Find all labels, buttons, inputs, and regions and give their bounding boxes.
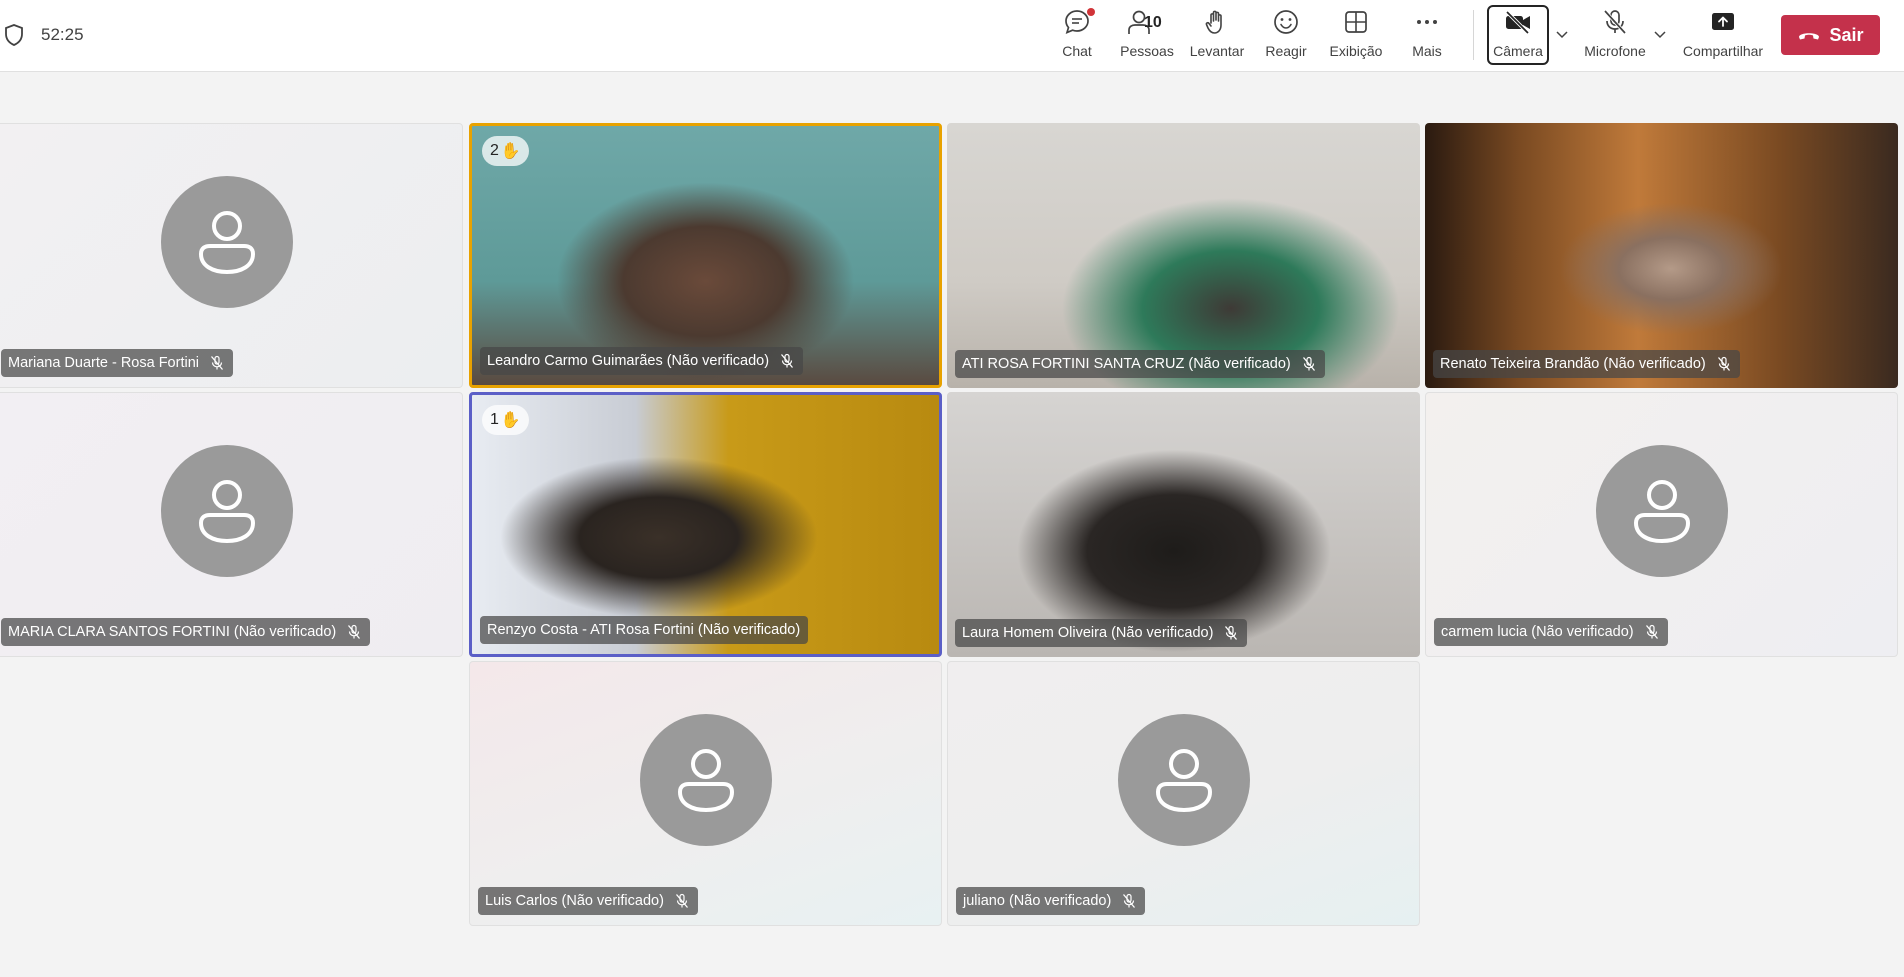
- participant-name: carmem lucia (Não verificado): [1441, 624, 1634, 640]
- person-icon: [677, 748, 734, 812]
- participant-video-tile[interactable]: 1 ✋ Renzyo Costa - ATI Rosa Fortini (Não…: [469, 392, 942, 657]
- chat-icon: [1063, 6, 1095, 38]
- raised-hand-icon: ✋: [500, 143, 521, 160]
- participant-name: Renato Teixeira Brandão (Não verificado): [1440, 356, 1706, 372]
- more-icon: [1414, 6, 1440, 38]
- raised-hand-badge: 2 ✋: [482, 136, 529, 166]
- person-icon: [1633, 479, 1690, 543]
- participant-tile[interactable]: juliano (Não verificado): [947, 661, 1420, 926]
- mic-off-icon: [1645, 624, 1658, 639]
- mic-off-icon: [348, 624, 361, 639]
- participant-name: ATI ROSA FORTINI SANTA CRUZ (Não verific…: [962, 356, 1291, 372]
- microphone-label: Microfone: [1584, 43, 1646, 59]
- participant-name: Luis Carlos (Não verificado): [485, 893, 664, 909]
- view-label: Exibição: [1329, 43, 1383, 59]
- camera-options-chevron-icon[interactable]: [1554, 26, 1570, 42]
- participant-name-tag: Leandro Carmo Guimarães (Não verificado): [480, 347, 804, 375]
- participant-name: Renzyo Costa - ATI Rosa Fortini (Não ver…: [487, 622, 801, 638]
- react-label: Reagir: [1265, 43, 1307, 59]
- raise-hand-label: Levantar: [1189, 43, 1245, 59]
- chat-label: Chat: [1062, 43, 1092, 59]
- person-icon: [198, 210, 255, 274]
- participant-name-tag: ATI ROSA FORTINI SANTA CRUZ (Não verific…: [955, 350, 1325, 378]
- hand-icon: [1203, 6, 1231, 38]
- participant-name-tag: MARIA CLARA SANTOS FORTINI (Não verifica…: [1, 618, 371, 646]
- people-label: Pessoas: [1120, 43, 1174, 59]
- participant-video-tile[interactable]: Laura Homem Oliveira (Não verificado): [947, 392, 1420, 657]
- react-button[interactable]: Reagir: [1265, 6, 1307, 66]
- people-icon: 10: [1117, 6, 1177, 38]
- participant-name: MARIA CLARA SANTOS FORTINI (Não verifica…: [8, 624, 337, 640]
- shield-icon: [5, 24, 23, 46]
- leave-label: Sair: [1829, 24, 1864, 45]
- participant-name-tag: Renato Teixeira Brandão (Não verificado): [1433, 350, 1740, 378]
- more-label: Mais: [1412, 43, 1442, 59]
- participant-name: Leandro Carmo Guimarães (Não verificado): [487, 353, 770, 369]
- grid-view-icon: [1343, 6, 1369, 38]
- raised-hand-order: 2: [490, 142, 499, 159]
- participant-tile[interactable]: Luis Carlos (Não verificado): [469, 661, 942, 926]
- participant-video-tile[interactable]: 2 ✋ Leandro Carmo Guimarães (Não verific…: [469, 123, 942, 388]
- camera-button[interactable]: Câmera: [1489, 6, 1547, 66]
- camera-label: Câmera: [1493, 43, 1543, 59]
- mic-off-icon: [781, 353, 794, 368]
- participant-tile[interactable]: carmem lucia (Não verificado): [1425, 392, 1898, 657]
- participant-video-tile[interactable]: Renato Teixeira Brandão (Não verificado): [1425, 123, 1898, 388]
- view-button[interactable]: Exibição: [1330, 6, 1382, 66]
- share-label: Compartilhar: [1682, 43, 1764, 59]
- share-button[interactable]: Compartilhar: [1679, 6, 1767, 66]
- meeting-toolbar: 52:25 Chat 10 Pessoas Levantar Reagir Ex…: [0, 0, 1904, 72]
- mic-off-icon: [1717, 356, 1730, 371]
- unread-dot: [1087, 8, 1095, 16]
- mic-off-icon: [1601, 6, 1629, 38]
- mic-off-icon: [1302, 356, 1315, 371]
- raised-hand-badge: 1 ✋: [482, 405, 529, 435]
- meeting-timer: 52:25: [41, 25, 84, 44]
- mic-off-icon: [1123, 893, 1136, 908]
- avatar: [639, 713, 772, 846]
- participant-name: juliano (Não verificado): [963, 893, 1112, 909]
- participant-video-tile[interactable]: ATI ROSA FORTINI SANTA CRUZ (Não verific…: [947, 123, 1420, 388]
- participant-name-tag: Laura Homem Oliveira (Não verificado): [955, 619, 1248, 647]
- participant-name-tag: Mariana Duarte - Rosa Fortini: [1, 349, 233, 377]
- participant-name-tag: carmem lucia (Não verificado): [1434, 618, 1668, 646]
- mic-off-icon: [1225, 625, 1238, 640]
- participant-name-tag: juliano (Não verificado): [956, 887, 1146, 915]
- people-count: 10: [1144, 14, 1162, 31]
- avatar: [160, 444, 293, 577]
- person-icon: [198, 479, 255, 543]
- avatar: [1595, 444, 1728, 577]
- participant-name-tag: Luis Carlos (Não verificado): [478, 887, 698, 915]
- participant-tile[interactable]: MARIA CLARA SANTOS FORTINI (Não verifica…: [0, 392, 463, 657]
- participant-tile[interactable]: Mariana Duarte - Rosa Fortini: [0, 123, 463, 388]
- microphone-button[interactable]: Microfone: [1580, 6, 1650, 66]
- people-button[interactable]: 10 Pessoas: [1117, 6, 1177, 66]
- raise-hand-button[interactable]: Levantar: [1189, 6, 1245, 66]
- raised-hand-icon: ✋: [500, 412, 521, 429]
- share-screen-icon: [1709, 6, 1737, 38]
- emoji-icon: [1272, 6, 1300, 38]
- phone-hangup-icon: [1799, 33, 1820, 40]
- avatar: [1117, 713, 1250, 846]
- chat-button[interactable]: Chat: [1057, 6, 1097, 66]
- person-icon: [1155, 748, 1212, 812]
- participant-name: Mariana Duarte - Rosa Fortini: [8, 355, 199, 371]
- participant-name: Laura Homem Oliveira (Não verificado): [962, 625, 1214, 641]
- raised-hand-order: 1: [490, 411, 499, 428]
- avatar: [160, 175, 293, 308]
- mic-off-icon: [675, 893, 688, 908]
- camera-off-icon: [1503, 6, 1533, 38]
- mic-options-chevron-icon[interactable]: [1652, 26, 1668, 42]
- more-button[interactable]: Mais: [1409, 6, 1445, 66]
- toolbar-divider: [1473, 10, 1474, 60]
- participant-name-tag: Renzyo Costa - ATI Rosa Fortini (Não ver…: [480, 616, 809, 644]
- leave-button[interactable]: Sair: [1781, 15, 1880, 55]
- mic-off-icon: [211, 355, 223, 370]
